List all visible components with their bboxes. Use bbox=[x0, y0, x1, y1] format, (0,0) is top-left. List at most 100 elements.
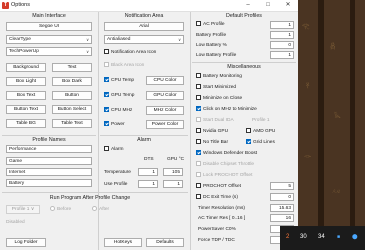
tray-app-icon[interactable]: ■ bbox=[337, 234, 340, 240]
disable-chipset-throttle-checkbox[interactable]: Disable Chipset Throttle bbox=[196, 161, 254, 168]
chevron-down-icon: ∨ bbox=[30, 207, 35, 212]
ac-timer-res-input[interactable]: 16 bbox=[270, 214, 294, 222]
minimize-button[interactable]: – bbox=[238, 0, 258, 11]
prochot-offset-checkbox[interactable]: PROCHOT Offset bbox=[196, 183, 241, 190]
checkbox-box bbox=[246, 139, 251, 144]
background-color-button[interactable]: Background bbox=[6, 63, 46, 72]
nvidia-gpu-label: Nvidia GPU bbox=[203, 129, 229, 134]
power-color-button[interactable]: Power Color bbox=[146, 120, 184, 129]
timer-resolution-input[interactable]: 15.63 bbox=[270, 204, 294, 212]
start-minimized-checkbox[interactable]: Start Minimized bbox=[196, 84, 236, 91]
lock-prochot-checkbox[interactable]: Lock PROCHOT Offset bbox=[196, 172, 252, 179]
antialias-select[interactable]: Antialiased ∨ bbox=[104, 35, 184, 44]
start-minimized-label: Start Minimized bbox=[203, 85, 237, 90]
notification-icon-checkbox[interactable]: Notification Area Icon bbox=[104, 49, 156, 56]
after-label: After bbox=[99, 207, 110, 212]
checkbox-box bbox=[104, 77, 109, 82]
gpu-temp-checkbox[interactable]: GPU Temp bbox=[104, 92, 134, 99]
click-mhz-minimize-checkbox[interactable]: Click on MHz to Minimize bbox=[196, 106, 257, 113]
profile-names-header: Profile Names bbox=[32, 137, 66, 143]
source-select-value: TechPowerUp bbox=[9, 49, 39, 54]
table-text-button[interactable]: Table Text bbox=[52, 119, 92, 128]
prochot-offset-input[interactable]: 5 bbox=[270, 182, 294, 190]
tray-status-icon[interactable]: ⬤ bbox=[352, 234, 358, 240]
gpu-temperature-input[interactable]: 105 bbox=[163, 168, 183, 176]
gpu-profile-input[interactable]: 1 bbox=[163, 180, 183, 188]
dts-label: DTS bbox=[144, 157, 154, 162]
low-battery-percent-label: Low Battery % bbox=[196, 43, 227, 48]
minimize-on-close-label: Minimize on Close bbox=[203, 96, 243, 101]
nvidia-gpu-checkbox[interactable]: Nvidia GPU bbox=[196, 128, 228, 135]
run-program-header: Run Program After Profile Change bbox=[49, 195, 131, 201]
notification-font-button[interactable]: Arial bbox=[104, 22, 184, 31]
box-dark-button[interactable]: Box Dark bbox=[52, 77, 92, 86]
cpu-temp-checkbox[interactable]: CPU Temp bbox=[104, 77, 134, 84]
dc-exit-time-checkbox[interactable]: DC Exit Time (s) bbox=[196, 194, 238, 201]
ac-profile-checkbox[interactable]: AC Profile bbox=[196, 21, 225, 28]
minimize-on-close-checkbox[interactable]: Minimize on Close bbox=[196, 95, 242, 102]
profile-select-button[interactable]: Profile 1 ∨ bbox=[6, 205, 40, 214]
box-text-button[interactable]: Box Text bbox=[6, 91, 46, 100]
low-battery-percent-input[interactable]: 0 bbox=[270, 41, 294, 49]
windows-defender-boost-checkbox[interactable]: Windows Defender Boost bbox=[196, 150, 257, 157]
profile-name-field-3[interactable]: Internet bbox=[6, 168, 92, 176]
mhz-color-button[interactable]: MHz Color bbox=[146, 106, 184, 115]
chevron-down-icon: ∨ bbox=[86, 49, 89, 54]
main-interface-header: Main Interface bbox=[32, 13, 66, 19]
tray-value-3[interactable]: 34 bbox=[318, 234, 325, 240]
profile-name-field-2[interactable]: Game bbox=[6, 157, 92, 165]
button-color-button[interactable]: Button bbox=[52, 91, 92, 100]
font-button[interactable]: Segoe UI bbox=[6, 22, 92, 31]
table-bg-button[interactable]: Table BG bbox=[6, 119, 46, 128]
notification-icon-label: Notification Area Icon bbox=[111, 50, 157, 55]
ac-profile-input[interactable]: 1 bbox=[270, 21, 294, 29]
after-radio[interactable]: After bbox=[92, 206, 109, 213]
checkbox-box bbox=[196, 84, 201, 89]
dts-temperature-input[interactable]: 1 bbox=[138, 168, 158, 176]
text-color-button[interactable]: Text bbox=[52, 63, 92, 72]
checkbox-box bbox=[196, 172, 201, 177]
button-text-button[interactable]: Button Text bbox=[6, 105, 46, 114]
defaults-button[interactable]: Defaults bbox=[146, 238, 184, 247]
theme-select-value: ClearType bbox=[9, 37, 31, 42]
radio-circle bbox=[92, 206, 97, 211]
title-bar: T Options – □ ✕ bbox=[0, 0, 298, 12]
cpu-color-button[interactable]: CPU Color bbox=[146, 76, 184, 85]
dc-exit-time-input[interactable]: 0 bbox=[270, 193, 294, 201]
tray-value-1[interactable]: 2 bbox=[286, 234, 289, 240]
no-title-bar-checkbox[interactable]: No Title Bar bbox=[196, 139, 228, 146]
windows-defender-boost-label: Windows Defender Boost bbox=[203, 151, 258, 156]
battery-monitoring-checkbox[interactable]: Battery Monitoring bbox=[196, 73, 242, 80]
button-select-button[interactable]: Button Select bbox=[52, 105, 92, 114]
close-button[interactable]: ✕ bbox=[278, 0, 298, 11]
dual-ida-profile-label: Profile 1 bbox=[252, 118, 270, 123]
gpu-color-button[interactable]: GPU Color bbox=[146, 91, 184, 100]
amd-gpu-checkbox[interactable]: AMD GPU bbox=[246, 128, 275, 135]
theme-select[interactable]: ClearType ∨ bbox=[6, 35, 92, 44]
grid-lines-checkbox[interactable]: Grid Lines bbox=[246, 139, 275, 146]
before-radio[interactable]: Before bbox=[50, 206, 71, 213]
checkbox-box bbox=[196, 106, 201, 111]
black-icon-checkbox[interactable]: Black Area Icon bbox=[104, 62, 144, 69]
dts-profile-input[interactable]: 1 bbox=[138, 180, 158, 188]
tray-value-2[interactable]: 30 bbox=[300, 234, 307, 240]
amd-gpu-label: AMD GPU bbox=[253, 129, 276, 134]
start-dual-ida-checkbox[interactable]: Start Dual IDA bbox=[196, 117, 234, 124]
checkbox-box bbox=[104, 49, 109, 54]
source-select[interactable]: TechPowerUp ∨ bbox=[6, 47, 92, 56]
alarm-checkbox[interactable]: Alarm bbox=[104, 146, 124, 153]
black-icon-label: Black Area Icon bbox=[111, 63, 145, 68]
box-light-button[interactable]: Box Light bbox=[6, 77, 46, 86]
dc-exit-time-label: DC Exit Time (s) bbox=[203, 195, 238, 200]
hotkeys-button[interactable]: HotKeys bbox=[104, 238, 142, 247]
notification-area-header: Notification Area bbox=[124, 13, 164, 19]
profile-name-field-1[interactable]: Performance bbox=[6, 145, 92, 153]
log-folder-button[interactable]: Log Folder bbox=[6, 238, 46, 247]
low-battery-profile-input[interactable]: 1 bbox=[270, 51, 294, 59]
maximize-button[interactable]: □ bbox=[258, 0, 278, 11]
chevron-down-icon: ∨ bbox=[178, 37, 181, 42]
battery-profile-input[interactable]: 1 bbox=[270, 31, 294, 39]
profile-name-field-4[interactable]: Battery bbox=[6, 179, 92, 187]
cpu-mhz-checkbox[interactable]: CPU MHz bbox=[104, 107, 132, 114]
power-checkbox[interactable]: Power bbox=[104, 121, 125, 128]
